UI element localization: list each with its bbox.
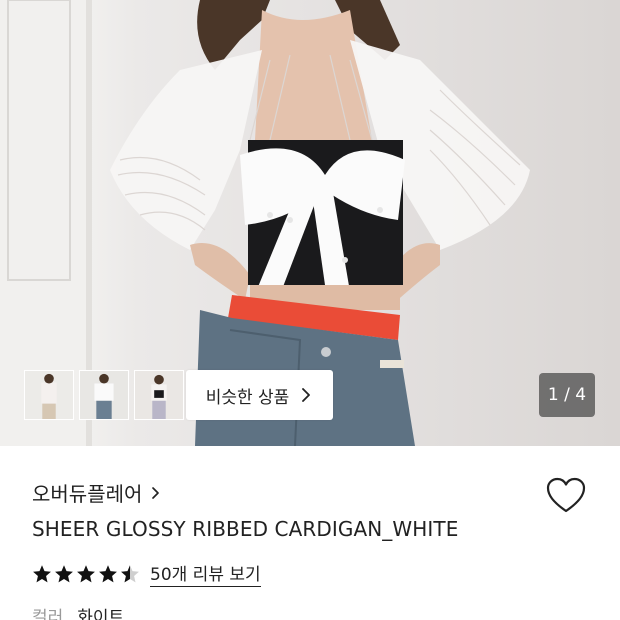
thumbnail-2[interactable] (79, 370, 129, 420)
similar-products-label: 비슷한 상품 (205, 387, 290, 408)
color-label: 컬러 (32, 608, 64, 620)
product-title: SHEER GLOSSY RIBBED CARDIGAN_WHITE (32, 517, 459, 541)
image-counter: 1 / 4 (539, 373, 595, 417)
rating-row: 50개 리뷰 보기 (32, 560, 261, 587)
half-star-icon (121, 564, 139, 582)
product-image-carousel[interactable]: 비슷한 상품 1 / 4 (0, 0, 620, 446)
thumbnail-1[interactable] (24, 370, 74, 420)
chevron-right-icon (152, 486, 160, 499)
star-rating (32, 564, 140, 584)
reviews-link[interactable]: 50개 리뷰 보기 (150, 560, 261, 587)
brand-link[interactable]: 오버듀플레어 (32, 478, 162, 507)
brand-name: 오버듀플레어 (32, 482, 143, 506)
chevron-right-icon (302, 388, 311, 402)
star-icon (77, 564, 95, 582)
star-icon (99, 564, 117, 582)
thumbnail-3[interactable] (134, 370, 184, 420)
heart-outline-icon[interactable] (545, 475, 587, 517)
thumbnail-strip (24, 370, 184, 420)
color-value: 화이트 (77, 608, 125, 620)
star-icon (33, 564, 51, 582)
color-option-row: 컬러 화이트 (32, 603, 124, 620)
star-icon (55, 564, 73, 582)
similar-products-button[interactable]: 비슷한 상품 (186, 370, 333, 420)
